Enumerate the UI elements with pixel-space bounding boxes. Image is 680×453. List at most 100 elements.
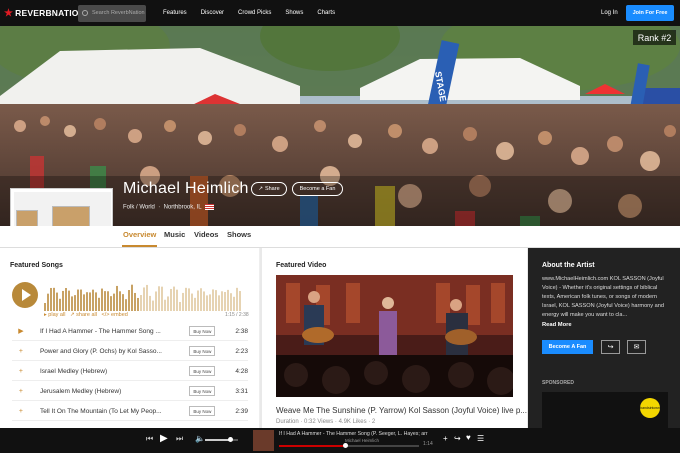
song-row[interactable]: + Israel Medley (Hebrew) Buy Now 4:28 (12, 362, 248, 381)
buy-now-button[interactable]: Buy Now (189, 326, 216, 336)
song-title[interactable]: Jerusalem Medley (Hebrew) (40, 388, 177, 395)
waveform-bar (233, 296, 235, 311)
progress-bar[interactable] (279, 443, 419, 448)
nav-link-shows[interactable]: Shows (285, 10, 303, 16)
waveform-bar (164, 299, 166, 311)
featured-songs-panel: Featured Songs ▸ play all ↗ share all </… (0, 248, 260, 428)
track-title[interactable]: If I Had A Hammer - The Hammer Song (P. … (279, 431, 439, 437)
login-link[interactable]: Log In (601, 10, 618, 16)
play-icon[interactable]: ▶ (14, 327, 28, 335)
waveform-bar (212, 289, 214, 311)
waveform-bar (80, 289, 82, 311)
waveform-bar (110, 296, 112, 311)
share-button[interactable]: ↗ Share (251, 182, 287, 196)
song-row[interactable]: ▶ If I Had A Hammer - The Hammer Song ..… (12, 322, 248, 341)
waveform-bar (86, 292, 88, 311)
waveform-bar (125, 299, 127, 311)
video-player[interactable] (276, 275, 513, 397)
song-title[interactable]: Power and Glory (P. Ochs) by Kol Sasso..… (40, 348, 177, 355)
song-duration: 1:15 / 2:38 (225, 312, 249, 318)
waveform-bar (77, 289, 79, 311)
like-icon[interactable]: ♥ (466, 433, 471, 442)
waveform-bar (53, 287, 55, 311)
waveform-bar (188, 288, 190, 311)
buy-now-button[interactable]: Buy Now (189, 366, 216, 376)
waveform-bar (83, 294, 85, 311)
waveform-bar (200, 288, 202, 311)
waveform-bar (239, 291, 241, 311)
nav-link-features[interactable]: Features (163, 10, 187, 16)
waveform-bar (95, 292, 97, 311)
add-icon[interactable]: + (443, 434, 448, 443)
waveform-bar (155, 291, 157, 311)
nav-link-discover[interactable]: Discover (201, 10, 224, 16)
video-thumbnail (276, 275, 513, 397)
buy-now-button[interactable]: Buy Now (189, 386, 216, 396)
song-row[interactable]: + Tell It On The Mountain (To Let My Peo… (12, 402, 248, 421)
song-time: 2:38 (235, 327, 248, 335)
waveform-bar (98, 297, 100, 311)
queue-icon[interactable]: ☰ (477, 434, 484, 443)
waveform-bar (227, 289, 229, 311)
waveform-bar (203, 291, 205, 311)
waveform-bar (158, 286, 160, 311)
track-thumbnail[interactable] (253, 430, 274, 451)
read-more-link[interactable]: Read More (542, 322, 572, 328)
us-flag-icon (204, 204, 214, 210)
waveform-bar (62, 290, 64, 311)
play-all-link[interactable]: ▸ play all (44, 312, 65, 318)
about-artist-panel: About the Artist www.MichaelHeimlich.com… (528, 248, 680, 428)
waveform-bar (89, 292, 91, 311)
add-icon[interactable]: + (14, 388, 28, 395)
share-icon[interactable]: ↪ (601, 340, 620, 354)
become-a-fan-button[interactable]: Become A Fan (542, 340, 593, 354)
song-title[interactable]: Tell It On The Mountain (To Let My Peop.… (40, 408, 177, 415)
waveform-bar (101, 288, 103, 311)
become-fan-button[interactable]: Become a Fan (292, 182, 343, 196)
song-title[interactable]: Israel Medley (Hebrew) (40, 368, 177, 375)
tab-overview[interactable]: Overview (121, 230, 158, 247)
join-button[interactable]: Join For Free (626, 5, 674, 21)
song-row[interactable]: + Power and Glory (P. Ochs) by Kol Sasso… (12, 342, 248, 361)
previous-icon[interactable]: ⏮ (146, 434, 153, 444)
volume-slider[interactable] (205, 437, 238, 442)
nav-link-crowd-picks[interactable]: Crowd Picks (238, 10, 271, 16)
reverbnation-logo[interactable]: ★ REVERBNATION (4, 8, 85, 19)
buy-now-button[interactable]: Buy Now (189, 346, 216, 356)
rank-badge: Rank #2 (633, 30, 676, 45)
search-input[interactable]: Search ReverbNation (78, 4, 146, 22)
waveform-bar (56, 292, 58, 311)
add-icon[interactable]: + (14, 408, 28, 415)
video-title[interactable]: Weave Me The Sunshine (P. Yarrow) Kol Sa… (276, 406, 527, 415)
add-icon[interactable]: + (14, 368, 28, 375)
waveform-bar (173, 286, 175, 311)
nav-link-charts[interactable]: Charts (317, 10, 335, 16)
top-nav: ★ REVERBNATION Search ReverbNation Featur… (0, 0, 680, 26)
song-time: 4:28 (235, 367, 248, 375)
share-icon[interactable]: ↪ (454, 434, 461, 443)
play-button[interactable] (12, 282, 38, 308)
play-icon[interactable]: ▶ (160, 433, 168, 444)
waveform-bar (74, 295, 76, 311)
sponsored-ad[interactable]: bandsintown (542, 392, 668, 428)
message-icon[interactable]: ✉ (627, 340, 646, 354)
tab-shows[interactable]: Shows (227, 230, 251, 239)
waveform[interactable] (44, 281, 244, 311)
tab-music[interactable]: Music (164, 230, 185, 239)
waveform-bar (140, 295, 142, 311)
buy-now-button[interactable]: Buy Now (189, 406, 216, 416)
song-time: 2:39 (235, 407, 248, 415)
waveform-bar (122, 294, 124, 311)
waveform-bar (59, 298, 61, 311)
volume-icon[interactable]: 🔈 (195, 434, 205, 443)
waveform-bar (185, 287, 187, 311)
next-icon[interactable]: ⏭ (176, 434, 183, 444)
song-title[interactable]: If I Had A Hammer - The Hammer Song ... (40, 328, 177, 335)
song-row[interactable]: + Jerusalem Medley (Hebrew) Buy Now 3:31 (12, 382, 248, 401)
tab-videos[interactable]: Videos (194, 230, 218, 239)
share-all-link[interactable]: ↗ share all (70, 312, 97, 318)
waveform-bar (179, 301, 181, 311)
embed-link[interactable]: </> embed (102, 312, 128, 318)
about-heading: About the Artist (542, 262, 595, 269)
add-icon[interactable]: + (14, 348, 28, 355)
